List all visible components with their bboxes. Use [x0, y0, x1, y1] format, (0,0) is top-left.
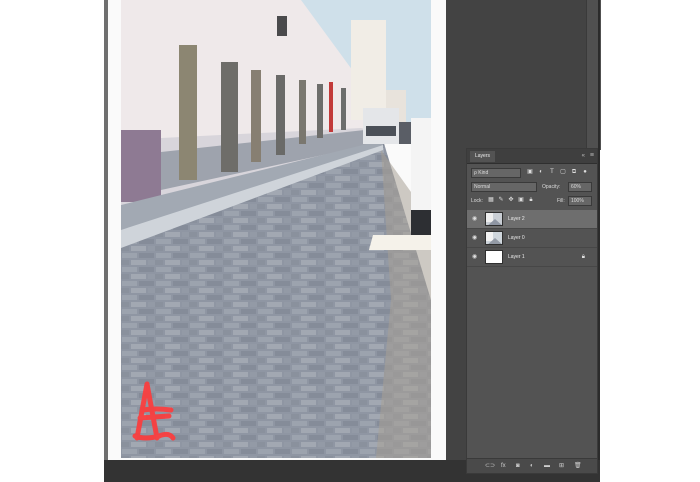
filter-toggle-icon[interactable]: ● — [581, 168, 589, 176]
layer-name: Layer 1 — [508, 254, 525, 260]
tab-layers[interactable]: Layers — [470, 151, 496, 162]
smart-object-filter-icon[interactable]: ⧉ — [570, 168, 578, 176]
lock-paint-icon[interactable]: ✎ — [497, 196, 505, 204]
red-a-annotation — [132, 381, 176, 441]
opacity-field[interactable]: 60% — [568, 182, 592, 192]
trash-icon[interactable]: 🗑︎ — [574, 462, 582, 470]
lock-all-icon[interactable]: 🔒︎ — [527, 196, 535, 204]
layer-thumbnail — [485, 250, 503, 264]
visibility-eye-icon[interactable]: ◉ — [472, 215, 477, 223]
layer-filter-row: ρ Kind ▣ ◐ T ▢ ⧉ ● — [471, 168, 593, 178]
shape-filter-icon[interactable]: ▢ — [559, 168, 567, 176]
visibility-eye-icon[interactable]: ◉ — [472, 253, 477, 261]
panel-menu-icon[interactable]: ≡ — [590, 151, 594, 161]
new-group-icon[interactable]: ▬ — [544, 462, 550, 470]
adjustment-layer-icon[interactable]: ◐ — [530, 462, 534, 470]
layer-name: Layer 0 — [508, 235, 525, 241]
lock-position-icon[interactable]: ✥ — [507, 196, 515, 204]
layer-row[interactable]: ◉ Layer 1 🔒︎ — [467, 248, 597, 267]
layer-lock-icon: 🔒︎ — [581, 254, 585, 260]
collapse-icon[interactable]: « — [582, 151, 585, 161]
layer-row[interactable]: ◉ Layer 2 — [467, 210, 597, 229]
lock-label: Lock: — [471, 198, 483, 204]
layer-list: ◉ Layer 2 ◉ Layer 0 ◉ Layer 1 🔒︎ — [467, 210, 597, 267]
layer-name: Layer 2 — [508, 216, 525, 222]
fill-field[interactable]: 100% — [568, 196, 592, 206]
lock-row: Lock: ▦ ✎ ✥ ▣ 🔒︎ Fill: 100% — [471, 196, 593, 206]
document-canvas[interactable] — [121, 0, 431, 458]
adjustment-filter-icon[interactable]: ◐ — [537, 168, 545, 176]
blend-row: Normal Opacity: 60% — [471, 182, 593, 192]
workspace-edge — [598, 0, 600, 482]
filter-icons: ▣ ◐ T ▢ ⧉ ● — [526, 168, 592, 178]
link-layers-icon[interactable]: ⊂⊃ — [485, 462, 495, 470]
type-filter-icon[interactable]: T — [548, 168, 556, 176]
blend-mode-select[interactable]: Normal — [471, 182, 537, 192]
fill-label: Fill: — [557, 198, 565, 204]
panel-bottom-toolbar: ⊂⊃ fx ◙ ◐ ▬ ⊞ 🗑︎ — [467, 458, 597, 473]
fx-icon[interactable]: fx — [501, 462, 506, 470]
lock-artboard-icon[interactable]: ▣ — [517, 196, 525, 204]
layers-panel: Layers « ≡ ρ Kind ▣ ◐ T ▢ ⧉ ● Normal Opacity:… — [466, 148, 598, 474]
pixel-filter-icon[interactable]: ▣ — [526, 168, 534, 176]
panel-tab-bar: Layers « ≡ — [467, 149, 597, 164]
lock-transparent-icon[interactable]: ▦ — [487, 196, 495, 204]
layer-thumbnail — [485, 231, 503, 245]
new-layer-icon[interactable]: ⊞ — [559, 462, 564, 470]
lock-icons: ▦ ✎ ✥ ▣ 🔒︎ — [487, 196, 537, 204]
layer-thumbnail — [485, 212, 503, 226]
kind-filter-select[interactable]: ρ Kind — [471, 168, 521, 178]
add-mask-icon[interactable]: ◙ — [516, 462, 520, 470]
visibility-eye-icon[interactable]: ◉ — [472, 234, 477, 242]
opacity-label: Opacity: — [542, 184, 561, 190]
layer-row[interactable]: ◉ Layer 0 — [467, 229, 597, 248]
